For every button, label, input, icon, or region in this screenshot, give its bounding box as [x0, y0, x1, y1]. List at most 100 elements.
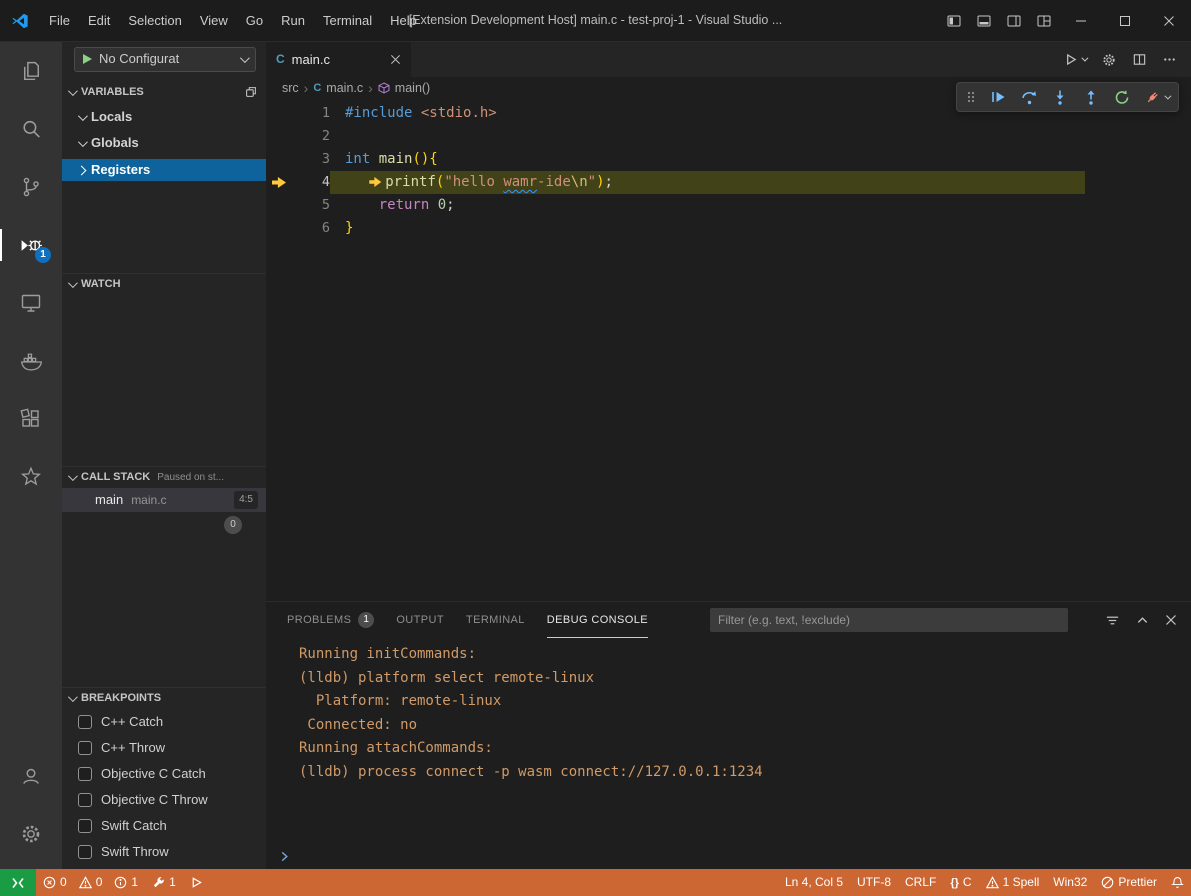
run-file-button[interactable]	[1063, 52, 1086, 67]
spell-status[interactable]: 1 Spell	[979, 869, 1047, 896]
call-stack-frame[interactable]: main main.c 4:5	[62, 488, 266, 512]
breakpoints-section-header[interactable]: BREAKPOINTS	[62, 687, 266, 709]
watch-section-header[interactable]: WATCH	[62, 273, 266, 295]
breakpoint-gutter[interactable]	[266, 102, 288, 125]
toggle-secondary-sidebar-icon[interactable]	[999, 0, 1029, 41]
activity-favorites[interactable]	[0, 448, 62, 506]
breakpoint-gutter[interactable]	[266, 125, 288, 148]
continue-button[interactable]	[989, 88, 1007, 106]
code-line[interactable]: 2	[266, 125, 1191, 148]
menu-terminal[interactable]: Terminal	[314, 0, 381, 41]
breakpoint-checkbox[interactable]	[78, 715, 92, 729]
tab-debug-console[interactable]: DEBUG CONSOLE	[547, 602, 648, 638]
eol-indicator[interactable]: CRLF	[898, 869, 943, 896]
toggle-panel-icon[interactable]	[969, 0, 999, 41]
tools-status[interactable]: 1	[145, 869, 183, 896]
breakpoint-checkbox[interactable]	[78, 741, 92, 755]
variables-item-globals[interactable]: Globals	[62, 132, 266, 154]
code-line[interactable]: 6}	[266, 217, 1191, 240]
variables-item-locals[interactable]: Locals	[62, 106, 266, 128]
split-editor-icon[interactable]	[1132, 52, 1147, 67]
breakpoint-item[interactable]: Swift Throw	[62, 839, 266, 865]
breakpoint-checkbox[interactable]	[78, 845, 92, 859]
step-into-button[interactable]	[1051, 88, 1069, 106]
filter-lines-icon[interactable]	[1105, 613, 1120, 628]
remote-indicator[interactable]	[0, 869, 36, 896]
variables-section-header[interactable]: VARIABLES	[62, 81, 266, 103]
notifications-bell[interactable]	[1164, 869, 1191, 896]
activity-extensions[interactable]	[0, 390, 62, 448]
menu-go[interactable]: Go	[237, 0, 272, 41]
code-editor[interactable]: 1#include <stdio.h>23int main(){4 printf…	[266, 99, 1191, 601]
chevron-up-icon[interactable]	[1136, 614, 1149, 627]
formatter-status[interactable]: Prettier	[1094, 869, 1164, 896]
breakpoint-item[interactable]: Objective C Catch	[62, 761, 266, 787]
cursor-position[interactable]: Ln 4, Col 5	[778, 869, 850, 896]
problems-status[interactable]: 0 0 1	[36, 869, 145, 896]
debug-console-input[interactable]	[266, 843, 1191, 869]
customize-layout-icon[interactable]	[1029, 0, 1059, 41]
tab-terminal[interactable]: TERMINAL	[466, 602, 525, 638]
code-line[interactable]: 4 printf("hello wamr-ide\n");	[266, 171, 1191, 194]
disconnect-button[interactable]	[1144, 88, 1169, 106]
breakpoint-item[interactable]: C++ Throw	[62, 735, 266, 761]
breadcrumb-symbol[interactable]: main()	[378, 80, 430, 97]
breakpoint-checkbox[interactable]	[78, 793, 92, 807]
breadcrumb-folder[interactable]: src	[282, 80, 299, 97]
tab-main-c[interactable]: C main.c	[266, 42, 411, 77]
debug-config-dropdown[interactable]: No Configurat	[74, 47, 256, 72]
menu-view[interactable]: View	[191, 0, 237, 41]
console-filter-input[interactable]	[710, 608, 1068, 632]
call-stack-section-header[interactable]: CALL STACK Paused on st...	[62, 466, 266, 488]
activity-search[interactable]	[0, 100, 62, 158]
variables-item-registers[interactable]: Registers	[62, 159, 266, 181]
breakpoint-gutter[interactable]	[266, 217, 288, 240]
breakpoint-item[interactable]: Swift Catch	[62, 813, 266, 839]
step-out-button[interactable]	[1082, 88, 1100, 106]
restart-button[interactable]	[1113, 88, 1131, 106]
breakpoint-gutter[interactable]	[266, 194, 288, 217]
debug-console-output[interactable]: Running initCommands:(lldb) platform sel…	[266, 638, 1191, 843]
tab-problems[interactable]: PROBLEMS 1	[287, 602, 374, 638]
toggle-sidebar-icon[interactable]	[939, 0, 969, 41]
menu-run[interactable]: Run	[272, 0, 314, 41]
activity-settings[interactable]	[0, 805, 62, 863]
copy-icon[interactable]	[244, 85, 258, 99]
activity-source-control[interactable]	[0, 158, 62, 216]
activity-run-debug[interactable]: 1	[0, 216, 62, 274]
breakpoint-item[interactable]: Objective C Throw	[62, 787, 266, 813]
code-line[interactable]: 3int main(){	[266, 148, 1191, 171]
menu-selection[interactable]: Selection	[119, 0, 190, 41]
maximize-button[interactable]	[1103, 0, 1147, 41]
language-mode[interactable]: C	[943, 869, 978, 896]
debug-status[interactable]	[183, 869, 210, 896]
activity-docker[interactable]	[0, 332, 62, 390]
breakpoint-gutter[interactable]	[266, 171, 288, 194]
platform-indicator[interactable]: Win32	[1046, 869, 1094, 896]
encoding-indicator[interactable]: UTF-8	[850, 869, 898, 896]
close-button[interactable]	[1147, 0, 1191, 41]
code-line[interactable]: 5 return 0;	[266, 194, 1191, 217]
wrench-icon	[152, 876, 165, 889]
activity-explorer[interactable]	[0, 42, 62, 100]
breadcrumb-file[interactable]: C main.c	[313, 80, 363, 97]
menu-edit[interactable]: Edit	[79, 0, 119, 41]
titlebar-controls	[939, 0, 1191, 41]
close-tab-icon[interactable]	[390, 54, 401, 65]
tab-output[interactable]: OUTPUT	[396, 602, 444, 638]
breakpoint-checkbox[interactable]	[78, 819, 92, 833]
menu-help[interactable]: Help	[381, 0, 426, 41]
gear-icon[interactable]	[1101, 52, 1117, 68]
step-over-button[interactable]	[1020, 88, 1038, 106]
breakpoint-gutter[interactable]	[266, 148, 288, 171]
start-debug-icon[interactable]	[83, 54, 92, 64]
activity-remote-explorer[interactable]	[0, 274, 62, 332]
activity-accounts[interactable]	[0, 747, 62, 805]
drag-handle[interactable]	[966, 89, 976, 105]
minimize-button[interactable]	[1059, 0, 1103, 41]
breakpoint-item[interactable]: C++ Catch	[62, 709, 266, 735]
breakpoint-checkbox[interactable]	[78, 767, 92, 781]
more-actions-icon[interactable]	[1162, 52, 1177, 67]
close-panel-icon[interactable]	[1165, 614, 1177, 626]
menu-file[interactable]: File	[40, 0, 79, 41]
